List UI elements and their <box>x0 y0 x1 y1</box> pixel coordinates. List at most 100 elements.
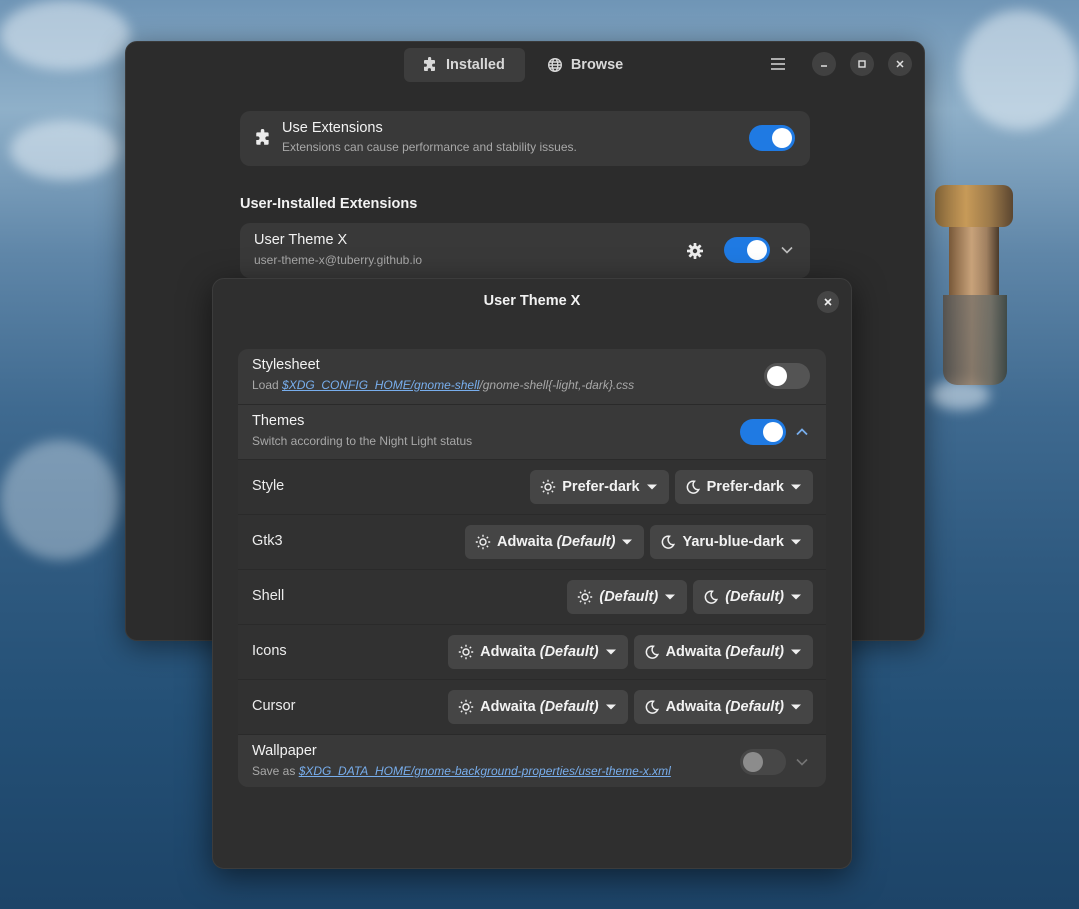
use-extensions-subtitle: Extensions can cause performance and sta… <box>282 140 577 154</box>
cursor-label: Cursor <box>252 698 296 714</box>
chevron-down-icon[interactable] <box>795 757 809 767</box>
extension-row[interactable]: User Theme X user-theme-x@tuberry.github… <box>240 223 810 278</box>
tab-browse[interactable]: Browse <box>529 48 643 82</box>
gear-icon[interactable] <box>686 242 704 260</box>
style-theme-row: Style Prefer-dark Prefer-dark <box>238 459 826 514</box>
moon-icon <box>645 645 659 659</box>
extension-uuid: user-theme-x@tuberry.github.io <box>254 253 423 267</box>
wallpaper-cloud <box>0 0 130 70</box>
dropdown-arrow-icon <box>791 539 801 545</box>
stylesheet-sub-prefix: Load <box>252 378 283 392</box>
use-extensions-title: Use Extensions <box>282 120 383 136</box>
preferences-list: Stylesheet Load $XDG_CONFIG_HOME/gnome-s… <box>238 349 826 787</box>
wallpaper-switch[interactable] <box>740 749 786 775</box>
icons-light-value: Adwaita (Default) <box>480 644 599 660</box>
maximize-button[interactable] <box>850 52 874 76</box>
stylesheet-sub-suffix: /gnome-shell{-light,-dark}.css <box>479 378 635 392</box>
wallpaper-sub-prefix: Save as <box>252 764 299 778</box>
puzzle-icon <box>256 129 269 145</box>
close-icon <box>896 60 904 68</box>
main-menu-button[interactable] <box>766 52 790 76</box>
icons-label: Icons <box>252 643 287 659</box>
shell-label: Shell <box>252 588 285 604</box>
view-switcher: Installed Browse <box>404 48 643 82</box>
dropdown-arrow-icon <box>622 539 633 545</box>
extension-switch[interactable] <box>724 237 770 263</box>
shell-theme-row: Shell (Default) (Default) <box>238 569 826 624</box>
use-extensions-switch[interactable] <box>749 125 795 151</box>
tab-installed-label: Installed <box>446 57 505 73</box>
cursor-theme-row: Cursor Adwaita (Default) Adwaita (Default) <box>238 679 826 734</box>
wallpaper-title: Wallpaper <box>252 743 317 759</box>
wallpaper-post <box>935 185 1013 385</box>
minimize-icon <box>821 65 827 67</box>
sun-icon <box>541 479 556 495</box>
dialog-close-button[interactable] <box>817 291 839 313</box>
style-dark-value: Prefer-dark <box>706 479 784 495</box>
stylesheet-switch[interactable] <box>764 363 810 389</box>
cursor-dark-value: Adwaita (Default) <box>665 699 784 715</box>
puzzle-icon <box>424 57 435 71</box>
chevron-up-icon[interactable] <box>795 427 809 437</box>
section-title: User-Installed Extensions <box>240 196 418 212</box>
tab-installed[interactable]: Installed <box>404 48 525 82</box>
style-dark-dropdown[interactable]: Prefer-dark <box>674 470 813 504</box>
dropdown-arrow-icon <box>605 704 616 710</box>
themes-switch[interactable] <box>740 419 786 445</box>
themes-title: Themes <box>252 413 305 429</box>
dialog-title: User Theme X <box>483 293 581 309</box>
moon-icon <box>662 535 676 549</box>
cursor-dark-dropdown[interactable]: Adwaita (Default) <box>633 690 813 724</box>
gtk3-label: Gtk3 <box>252 533 283 549</box>
tab-browse-label: Browse <box>570 57 624 73</box>
sun-icon <box>475 534 491 550</box>
stylesheet-subtitle: Load $XDG_CONFIG_HOME/gnome-shell/gnome-… <box>252 378 634 392</box>
moon-icon <box>645 700 659 714</box>
dropdown-arrow-icon <box>605 649 616 655</box>
themes-row[interactable]: Themes Switch according to the Night Lig… <box>238 404 826 459</box>
wallpaper-cloud <box>10 120 120 180</box>
gtk3-light-value: Adwaita (Default) <box>497 534 616 550</box>
moon-icon <box>704 590 719 604</box>
extension-name: User Theme X <box>254 232 348 248</box>
shell-light-dropdown[interactable]: (Default) <box>567 580 688 614</box>
minimize-button[interactable] <box>812 52 836 76</box>
gtk3-theme-row: Gtk3 Adwaita (Default) Yaru-blue-dark <box>238 514 826 569</box>
wallpaper-row: Wallpaper Save as $XDG_DATA_HOME/gnome-b… <box>238 734 826 787</box>
dropdown-arrow-icon <box>791 484 801 490</box>
icons-light-dropdown[interactable]: Adwaita (Default) <box>448 635 628 669</box>
hamburger-icon <box>771 58 785 70</box>
style-light-value: Prefer-dark <box>562 479 640 495</box>
stylesheet-path-link[interactable]: $XDG_CONFIG_HOME/gnome-shell <box>282 378 479 392</box>
gtk3-dark-dropdown[interactable]: Yaru-blue-dark <box>650 525 813 559</box>
chevron-down-icon[interactable] <box>780 245 794 255</box>
maximize-icon <box>858 60 866 68</box>
dropdown-arrow-icon <box>791 594 801 600</box>
stylesheet-title: Stylesheet <box>252 357 320 373</box>
dropdown-arrow-icon <box>665 594 676 600</box>
dropdown-arrow-icon <box>791 704 801 710</box>
use-extensions-row: Use Extensions Extensions can cause perf… <box>240 111 810 166</box>
dropdown-arrow-icon <box>646 484 657 490</box>
cursor-light-value: Adwaita (Default) <box>480 699 599 715</box>
wallpaper-cloud <box>0 440 120 560</box>
shell-dark-value: (Default) <box>725 589 784 605</box>
style-light-dropdown[interactable]: Prefer-dark <box>530 470 669 504</box>
shell-light-value: (Default) <box>599 589 659 605</box>
cursor-light-dropdown[interactable]: Adwaita (Default) <box>448 690 628 724</box>
sun-icon <box>458 644 474 660</box>
close-button[interactable] <box>888 52 912 76</box>
preferences-dialog: User Theme X Stylesheet Load $XDG_CONFIG… <box>212 278 852 869</box>
headerbar: Installed Browse <box>126 42 924 88</box>
icons-dark-dropdown[interactable]: Adwaita (Default) <box>633 635 813 669</box>
gtk3-dark-value: Yaru-blue-dark <box>682 534 784 550</box>
icons-dark-value: Adwaita (Default) <box>665 644 784 660</box>
sun-icon <box>458 699 474 715</box>
shell-dark-dropdown[interactable]: (Default) <box>693 580 813 614</box>
wallpaper-path-link[interactable]: $XDG_DATA_HOME/gnome-background-properti… <box>299 764 671 778</box>
close-icon <box>824 298 832 306</box>
gtk3-light-dropdown[interactable]: Adwaita (Default) <box>465 525 645 559</box>
stylesheet-row: Stylesheet Load $XDG_CONFIG_HOME/gnome-s… <box>238 349 826 404</box>
wallpaper-cloud <box>960 10 1079 130</box>
moon-icon <box>686 480 700 494</box>
